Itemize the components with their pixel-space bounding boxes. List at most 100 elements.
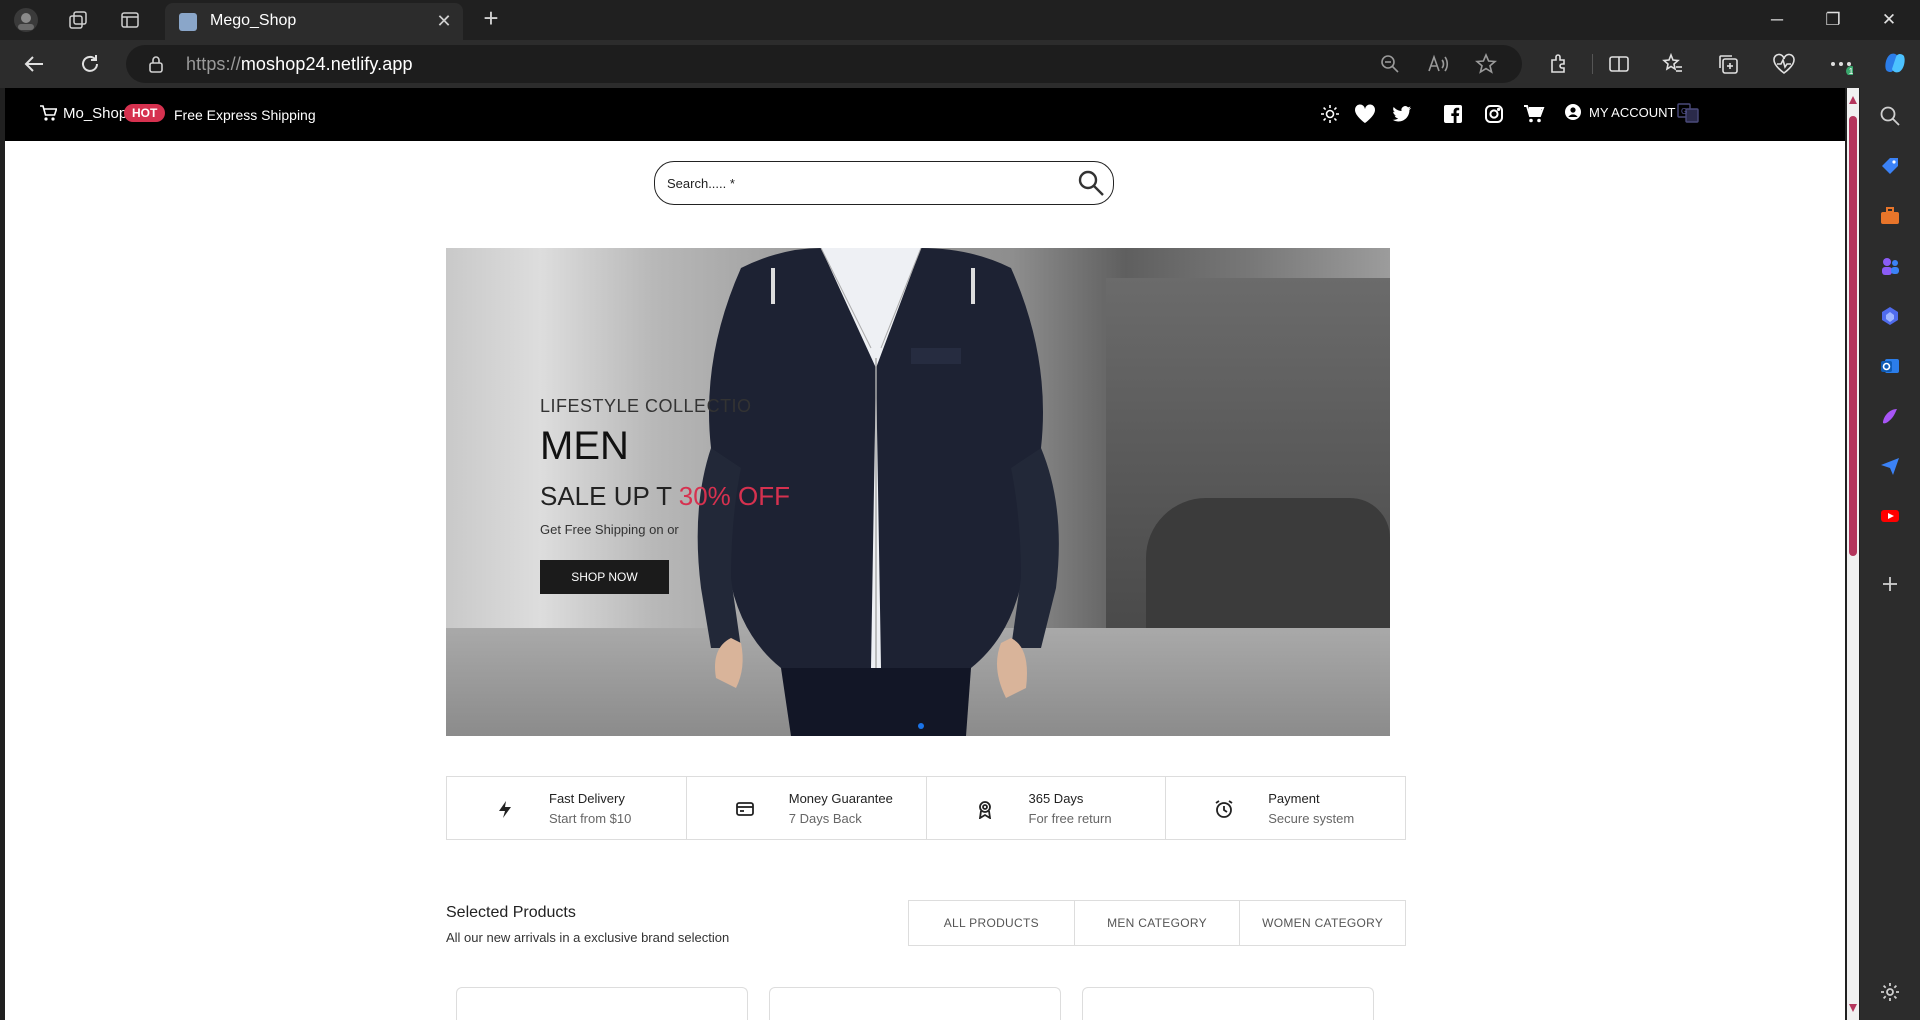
lock-icon[interactable]	[148, 55, 164, 73]
gear-icon[interactable]	[1876, 978, 1904, 1006]
hero-bg-car	[1146, 498, 1390, 628]
hero-sale-highlight: 30% OFF	[678, 481, 791, 511]
feature-item: Money Guarantee 7 Days Back	[687, 777, 927, 839]
copilot-icon[interactable]	[1880, 48, 1910, 78]
address-bar[interactable]: https://moshop24.netlify.app	[126, 45, 1522, 83]
hero-banner: LIFESTYLE COLLECTIO MEN SALE UP T 30% OF…	[446, 248, 1390, 736]
twitter-icon[interactable]	[1391, 103, 1413, 125]
browser-essentials-icon[interactable]	[1771, 51, 1797, 77]
category-filters: ALL PRODUCTS MEN CATEGORY WOMEN CATEGORY	[908, 900, 1406, 946]
instagram-icon[interactable]	[1483, 103, 1505, 125]
search-icon[interactable]	[1077, 169, 1105, 197]
extensions-icon[interactable]	[1546, 51, 1572, 77]
page-scrollbar[interactable]	[1847, 88, 1859, 1020]
new-tab-button[interactable]: +	[478, 5, 504, 32]
collections-icon[interactable]	[1715, 51, 1741, 77]
hero-sale-text: SALE UP T 30% OFF	[540, 481, 790, 512]
section-title: Selected Products	[446, 904, 576, 921]
feature-item: 365 Days For free return	[927, 777, 1167, 839]
send-icon[interactable]	[1876, 452, 1904, 480]
hero-subtitle: LIFESTYLE COLLECTIO	[540, 396, 752, 416]
page-viewport: Mo_Shop HOT Free Express Shipping MY ACC…	[5, 88, 1845, 1020]
search-box	[654, 161, 1114, 205]
browser-toolbar: https://moshop24.netlify.app 1	[0, 40, 1920, 88]
close-window-button[interactable]: ✕	[1866, 6, 1912, 34]
scroll-thumb[interactable]	[1849, 116, 1857, 556]
theme-toggle-sun-icon[interactable]	[1319, 103, 1341, 125]
update-badge: 1	[1849, 67, 1853, 75]
scroll-up-arrow[interactable]	[1849, 96, 1857, 104]
url-text[interactable]: https://moshop24.netlify.app	[186, 54, 413, 75]
hero-title: MEN	[540, 424, 629, 468]
restore-button[interactable]: ❐	[1810, 6, 1856, 34]
feature-title: Money Guarantee	[788, 791, 893, 806]
account-circle-icon	[1565, 104, 1581, 120]
filter-all-products[interactable]: ALL PRODUCTS	[909, 901, 1075, 945]
feature-subtitle: Secure system	[1268, 811, 1355, 826]
cart-icon[interactable]	[1523, 103, 1545, 125]
brand-link[interactable]: Mo_Shop	[39, 104, 127, 122]
add-sidebar-icon[interactable]	[1876, 570, 1904, 598]
svg-text:G: G	[1681, 107, 1687, 116]
filter-women-category[interactable]: WOMEN CATEGORY	[1240, 901, 1405, 945]
tab-mego-shop[interactable]: Mego_Shop ✕	[165, 3, 463, 40]
read-aloud-icon[interactable]	[1426, 52, 1450, 76]
favorite-star-icon[interactable]	[1474, 52, 1498, 76]
refresh-button[interactable]	[76, 50, 104, 78]
shop-now-button[interactable]: SHOP NOW	[540, 560, 669, 594]
feature-title: Payment	[1268, 791, 1320, 806]
hero-sale-prefix: SALE UP T	[540, 481, 672, 511]
toolbar-divider	[1592, 54, 1593, 74]
scroll-down-arrow[interactable]	[1849, 1004, 1857, 1012]
brand-name: Mo_Shop	[63, 104, 128, 122]
product-card[interactable]	[1082, 987, 1374, 1020]
feature-item: Payment Secure system	[1166, 777, 1405, 839]
section-subtitle: All our new arrivals in a exclusive bran…	[446, 930, 730, 945]
feature-title: 365 Days	[1028, 791, 1084, 806]
edge-sidebar	[1860, 88, 1920, 1020]
tab-actions-icon[interactable]	[116, 8, 144, 32]
search-icon[interactable]	[1876, 102, 1904, 130]
features-strip: Fast Delivery Start from $10 Money Guara…	[446, 776, 1406, 840]
outlook-icon[interactable]	[1876, 352, 1904, 380]
games-icon[interactable]	[1876, 252, 1904, 280]
profile-avatar-icon[interactable]	[12, 6, 40, 34]
shopping-tag-icon[interactable]	[1876, 152, 1904, 180]
feature-subtitle: For free return	[1028, 811, 1112, 826]
hero-description: Get Free Shipping on or	[540, 522, 679, 537]
feature-subtitle: 7 Days Back	[788, 811, 862, 826]
product-card[interactable]	[456, 987, 748, 1020]
heart-icon[interactable]	[1354, 103, 1376, 125]
workspaces-icon[interactable]	[64, 8, 92, 32]
bolt-icon	[495, 799, 515, 819]
minimize-button[interactable]: ─	[1754, 6, 1800, 34]
tools-briefcase-icon[interactable]	[1876, 202, 1904, 230]
microsoft-365-icon[interactable]	[1876, 302, 1904, 330]
hot-badge: HOT	[124, 104, 166, 122]
feature-title: Fast Delivery	[549, 791, 625, 806]
shipping-text: Free Express Shipping	[174, 107, 316, 123]
cart-logo-icon	[40, 105, 57, 121]
card-icon	[735, 799, 755, 819]
feature-item: Fast Delivery Start from $10	[447, 777, 687, 839]
tab-title: Mego_Shop	[210, 12, 297, 29]
filter-men-category[interactable]: MEN CATEGORY	[1075, 901, 1241, 945]
search-input[interactable]	[665, 171, 1049, 195]
feature-subtitle: Start from $10	[549, 811, 632, 826]
browser-tab-bar: Mego_Shop ✕ + ─ ❐ ✕	[0, 0, 1920, 40]
favorites-icon[interactable]	[1660, 51, 1686, 77]
youtube-icon[interactable]	[1876, 502, 1904, 530]
site-header: Mo_Shop HOT Free Express Shipping MY ACC…	[5, 88, 1845, 141]
product-card[interactable]	[769, 987, 1061, 1020]
split-screen-icon[interactable]	[1606, 51, 1632, 77]
carousel-dot[interactable]	[918, 723, 924, 729]
translate-icon[interactable]: G	[1677, 103, 1699, 125]
back-button[interactable]	[20, 50, 48, 78]
close-icon[interactable]: ✕	[433, 10, 455, 32]
facebook-icon[interactable]	[1442, 103, 1464, 125]
designer-icon[interactable]	[1876, 402, 1904, 430]
settings-more-icon[interactable]: 1	[1828, 51, 1854, 77]
account-label: MY ACCOUNT	[1589, 104, 1676, 120]
my-account-link[interactable]: MY ACCOUNT	[1565, 104, 1675, 120]
zoom-icon[interactable]	[1378, 52, 1402, 76]
